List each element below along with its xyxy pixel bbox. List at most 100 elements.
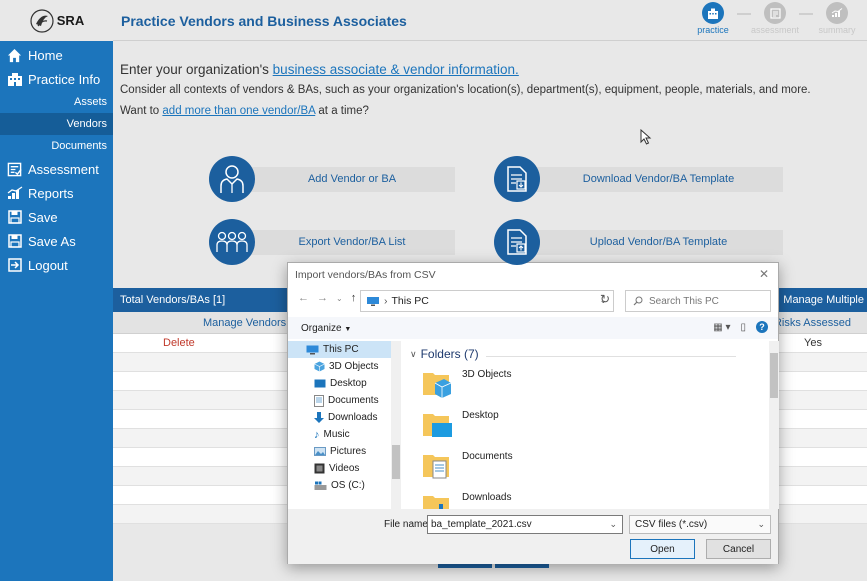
address-value: This PC: [391, 295, 429, 307]
folder-downloads[interactable]: Downloads: [422, 492, 511, 509]
preview-pane-icon[interactable]: ▯: [740, 322, 746, 333]
file-name-input[interactable]: ba_template_2021.csv ⌄: [427, 515, 623, 534]
recent-chevron-icon[interactable]: ⌄: [336, 294, 343, 303]
business-associate-info-link[interactable]: business associate & vendor information.: [273, 62, 519, 77]
download-template-action[interactable]: Download Vendor/BA Template: [494, 156, 783, 202]
checklist-icon: [6, 161, 23, 178]
tree-item-label: Pictures: [330, 446, 367, 457]
upload-template-button[interactable]: Upload Vendor/BA Template: [534, 229, 783, 255]
sidebar-item-label: Save: [28, 209, 58, 225]
forward-arrow-icon[interactable]: →: [317, 292, 328, 304]
assessment-checklist-icon: [764, 2, 786, 24]
add-multiple-vendors-link[interactable]: add more than one vendor/BA: [162, 105, 315, 117]
dialog-footer: File name: ba_template_2021.csv ⌄ CSV fi…: [288, 509, 778, 564]
tree-item-label: This PC: [323, 344, 359, 355]
tree-item-downloads[interactable]: Downloads: [288, 409, 400, 426]
sidebar-item-practice-info[interactable]: Practice Info: [0, 67, 113, 91]
up-arrow-icon[interactable]: ↑: [351, 292, 357, 304]
next-button[interactable]: [495, 564, 549, 568]
refresh-icon[interactable]: ↻: [600, 292, 610, 306]
search-placeholder: Search This PC: [649, 295, 719, 307]
upload-template-action[interactable]: Upload Vendor/BA Template: [494, 219, 783, 265]
tree-item-label: Documents: [328, 395, 379, 406]
file-type-value: CSV files (*.csv): [635, 519, 708, 530]
tree-item-this-pc[interactable]: This PC: [288, 341, 400, 358]
practice-building-icon: [702, 2, 724, 24]
sidebar-subitem-assets[interactable]: Assets: [0, 91, 113, 113]
folder-desktop[interactable]: Desktop: [422, 410, 499, 440]
tree-item-documents[interactable]: Documents: [288, 392, 400, 409]
tree-item-desktop[interactable]: Desktop: [288, 375, 400, 392]
view-options-icon[interactable]: ▦ ▾: [713, 322, 730, 333]
pictures-icon: [314, 447, 326, 456]
nav-pane-scrollbar[interactable]: [391, 341, 401, 509]
file-list: ∨ Folders (7) 3D Objects Desktop Documen…: [406, 341, 768, 509]
file-list-scrollbar[interactable]: [769, 341, 779, 509]
step-assessment[interactable]: assessment: [751, 2, 799, 35]
search-input[interactable]: Search This PC: [625, 290, 771, 312]
download-arrow-icon: [314, 411, 324, 423]
sidebar-subitem-vendors[interactable]: Vendors: [0, 113, 113, 135]
app-window: SRA Home Practice Info Assets Vendors Do…: [0, 0, 867, 581]
close-icon[interactable]: ✕: [759, 267, 769, 281]
export-list-action[interactable]: Export Vendor/BA List: [209, 219, 455, 265]
prev-button[interactable]: [438, 564, 492, 568]
download-template-button[interactable]: Download Vendor/BA Template: [534, 166, 783, 192]
group-people-icon: [209, 219, 255, 265]
tree-item-label: Downloads: [328, 412, 378, 423]
back-arrow-icon[interactable]: ←: [298, 292, 309, 304]
organize-menu[interactable]: Organize ▼: [301, 323, 351, 334]
music-note-icon: ♪: [314, 428, 320, 441]
group-label: Folders (7): [420, 347, 479, 361]
open-button[interactable]: Open: [630, 539, 695, 559]
manage-multiple-button[interactable]: Manage Multiple: [783, 294, 864, 306]
sidebar-item-save[interactable]: Save: [0, 205, 113, 229]
chevron-down-icon[interactable]: ⌄: [757, 516, 765, 533]
sidebar-item-home[interactable]: Home: [0, 43, 113, 67]
upload-document-icon: [494, 219, 540, 265]
cube-icon: [314, 361, 325, 372]
help-icon[interactable]: ?: [756, 321, 768, 333]
step-practice[interactable]: practice: [689, 2, 737, 35]
step-label: summary: [818, 25, 856, 35]
scrollbar-thumb[interactable]: [392, 445, 400, 479]
progress-steps: practice assessment summary: [689, 2, 861, 35]
tree-item-videos[interactable]: Videos: [288, 460, 400, 477]
dropdown-arrow-icon: ▼: [344, 326, 352, 333]
address-bar[interactable]: › This PC ⌄: [360, 290, 614, 312]
chevron-down-icon[interactable]: ⌄: [609, 516, 617, 533]
risks-assessed-value: Yes: [804, 337, 822, 349]
add-vendor-button[interactable]: Add Vendor or BA: [249, 166, 455, 192]
sidebar-item-assessment[interactable]: Assessment: [0, 157, 113, 181]
add-vendor-action[interactable]: Add Vendor or BA: [209, 156, 455, 202]
tree-item-pictures[interactable]: Pictures: [288, 443, 400, 460]
bottom-nav-buttons: [438, 564, 549, 568]
folder-documents[interactable]: Documents: [422, 451, 513, 481]
intro-multi-add: Want to add more than one vendor/BA at a…: [120, 105, 369, 117]
file-type-select[interactable]: CSV files (*.csv) ⌄: [629, 515, 771, 534]
delete-vendor-link[interactable]: Delete: [163, 337, 195, 349]
folder-3d-objects-icon: [423, 373, 452, 398]
tree-item-os-drive[interactable]: OS (C:): [288, 477, 400, 494]
scrollbar-thumb[interactable]: [770, 353, 778, 398]
page-title: Practice Vendors and Business Associates: [121, 13, 407, 29]
folders-group-header[interactable]: ∨ Folders (7): [410, 347, 479, 361]
folder-3d-objects[interactable]: 3D Objects: [422, 369, 511, 399]
export-list-button[interactable]: Export Vendor/BA List: [249, 229, 455, 255]
sidebar-item-label: Logout: [28, 257, 68, 273]
sidebar-item-label: Assessment: [28, 161, 99, 177]
videos-icon: [314, 463, 325, 474]
save-icon: [6, 209, 23, 226]
sidebar-item-logout[interactable]: Logout: [0, 253, 113, 277]
step-summary[interactable]: summary: [813, 2, 861, 35]
tree-item-music[interactable]: ♪ Music: [288, 426, 400, 443]
logo-text: SRA: [56, 13, 85, 28]
page-header: Practice Vendors and Business Associates…: [113, 0, 867, 41]
tree-item-3d-objects[interactable]: 3D Objects: [288, 358, 400, 375]
cancel-button[interactable]: Cancel: [706, 539, 771, 559]
tree-item-label: Music: [323, 429, 350, 440]
step-label: assessment: [750, 25, 800, 35]
sidebar-item-save-as[interactable]: Save As: [0, 229, 113, 253]
sidebar-item-reports[interactable]: Reports: [0, 181, 113, 205]
sidebar-subitem-documents[interactable]: Documents: [0, 135, 113, 157]
